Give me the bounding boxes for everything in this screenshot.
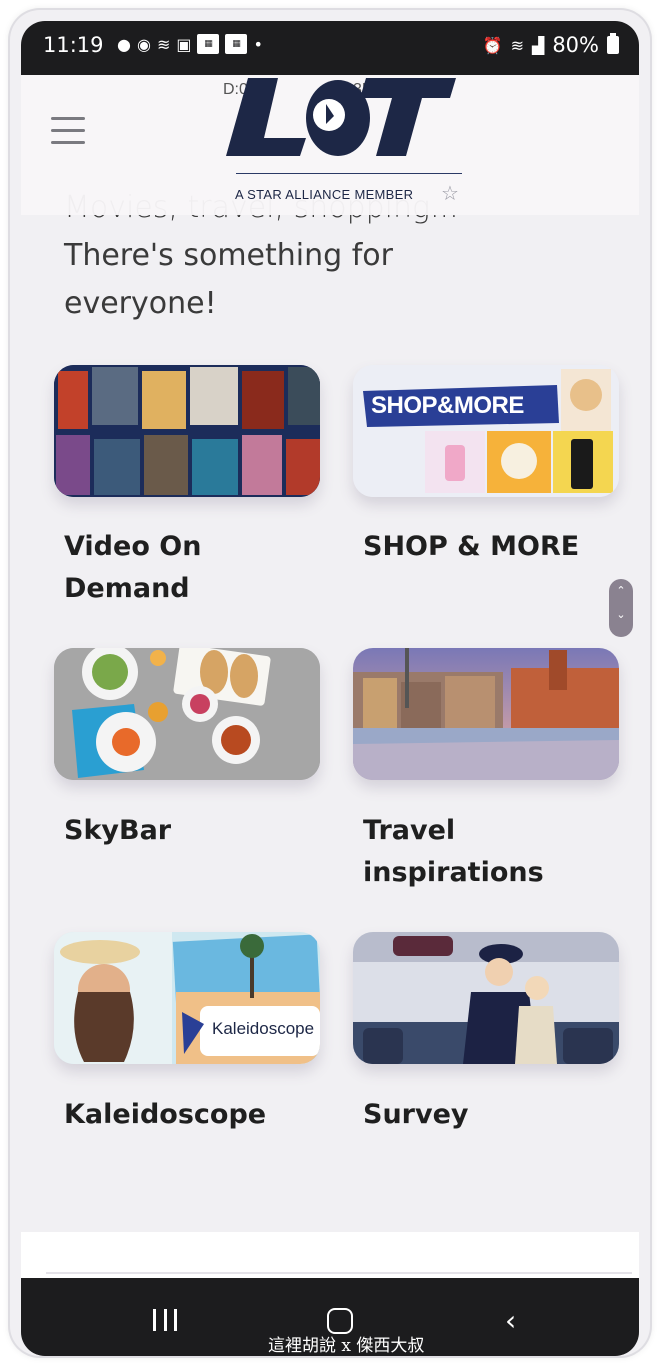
- messenger-icon: ◉: [136, 34, 151, 54]
- survey-label[interactable]: Survey: [363, 1094, 623, 1136]
- chat-icon: ●: [117, 34, 131, 54]
- alarm-icon: ⏰: [482, 35, 503, 55]
- wifi-icon: ≋: [156, 34, 171, 54]
- kaleidoscope-badge-text: Kaleidoscope: [212, 1019, 315, 1038]
- shop-and-more-graphic: [353, 365, 619, 497]
- divider-line: [46, 1272, 632, 1274]
- notification-dot-icon: •: [253, 34, 263, 54]
- battery-percent: 80%: [552, 33, 599, 57]
- status-time: 11:19: [43, 33, 104, 57]
- beach-graphic: [54, 932, 320, 1064]
- skybar-image[interactable]: [54, 648, 320, 780]
- status-icons-right: ⏰ ≋ ▟ 80%: [483, 33, 619, 57]
- intro-text: There's something for everyone!: [64, 238, 393, 321]
- signal-icon: ▟: [532, 35, 545, 55]
- star-alliance-text: A STAR ALLIANCE MEMBER: [235, 187, 414, 202]
- flight-attendant-graphic: [353, 932, 619, 1064]
- star-alliance-icon: ☆: [441, 181, 459, 205]
- app-icon: ▦: [225, 34, 248, 54]
- shopping-bag-icon: ▣: [176, 34, 192, 54]
- battery-icon: [607, 33, 619, 54]
- video-on-demand-image[interactable]: [54, 365, 320, 497]
- lot-logo: [226, 78, 456, 156]
- old-town-square-graphic: [353, 648, 619, 780]
- wifi-icon: ≋: [510, 35, 524, 55]
- phone-frame: 11:19 ● ◉ ≋ ▣ ▦ ▦ • ⏰ ≋ ▟ 80% Movies, tr…: [10, 10, 650, 1356]
- movie-posters-graphic: [54, 365, 320, 497]
- back-icon[interactable]: ‹: [505, 1304, 516, 1337]
- shop-and-more-label[interactable]: SHOP & MORE: [363, 526, 623, 568]
- travel-inspirations-label[interactable]: Travel inspirations: [363, 810, 623, 894]
- shop-and-more-image[interactable]: SHOP&MORE: [353, 365, 619, 497]
- skybar-label[interactable]: SkyBar: [64, 810, 324, 852]
- app-icon: ▦: [197, 34, 220, 54]
- menu-hamburger-icon[interactable]: [51, 117, 85, 144]
- status-icons-left: ● ◉ ≋ ▣ ▦ ▦ •: [117, 34, 263, 54]
- kaleidoscope-label[interactable]: Kaleidoscope: [64, 1094, 324, 1136]
- watermark-text: 這裡胡說 x 傑西大叔: [268, 1336, 425, 1356]
- app-header: D:0Kb U:3Kb A STAR ALLIANCE MEMBER ☆: [21, 75, 639, 215]
- kaleidoscope-image[interactable]: Kaleidoscope: [54, 932, 320, 1064]
- food-table-graphic: [54, 648, 320, 780]
- shop-and-more-banner-text: SHOP&MORE: [371, 392, 524, 419]
- logo-divider: [236, 173, 462, 174]
- travel-inspirations-image[interactable]: [353, 648, 619, 780]
- video-on-demand-label[interactable]: Video On Demand: [64, 526, 324, 610]
- recent-apps-icon[interactable]: [153, 1309, 177, 1331]
- scroll-indicator[interactable]: ⌃ ⌄: [609, 579, 633, 637]
- survey-image[interactable]: [353, 932, 619, 1064]
- status-bar: 11:19 ● ◉ ≋ ▣ ▦ ▦ • ⏰ ≋ ▟ 80%: [21, 21, 639, 75]
